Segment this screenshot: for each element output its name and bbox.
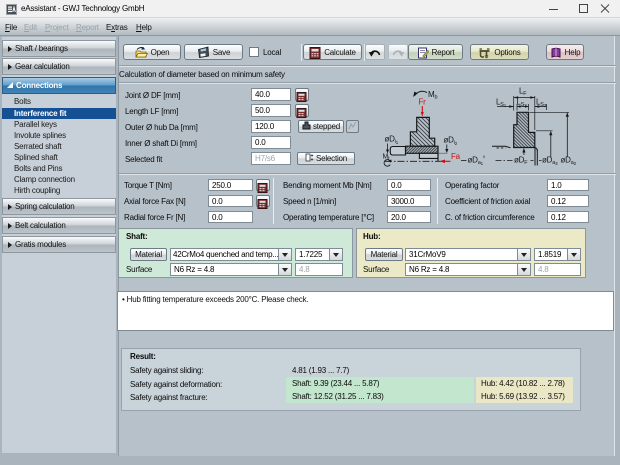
svg-text:øDa3: øDa3 — [542, 156, 558, 167]
svg-text:LS1: LS1 — [496, 98, 507, 109]
svg-text:Mb: Mb — [428, 90, 437, 101]
svg-text:Fr: Fr — [419, 98, 427, 107]
svg-text:LS2: LS2 — [517, 98, 528, 109]
svg-text:øDi1: øDi1 — [385, 135, 399, 146]
svg-text:øDa1: øDa1 — [468, 156, 484, 167]
svg-text:øDa2: øDa2 — [561, 156, 577, 167]
svg-text:LF: LF — [519, 87, 527, 98]
svg-text:LS3: LS3 — [536, 98, 547, 109]
svg-text:øDF: øDF — [514, 156, 528, 167]
svg-text:Fa: Fa — [451, 152, 461, 161]
svg-text:øDi2: øDi2 — [444, 136, 458, 147]
